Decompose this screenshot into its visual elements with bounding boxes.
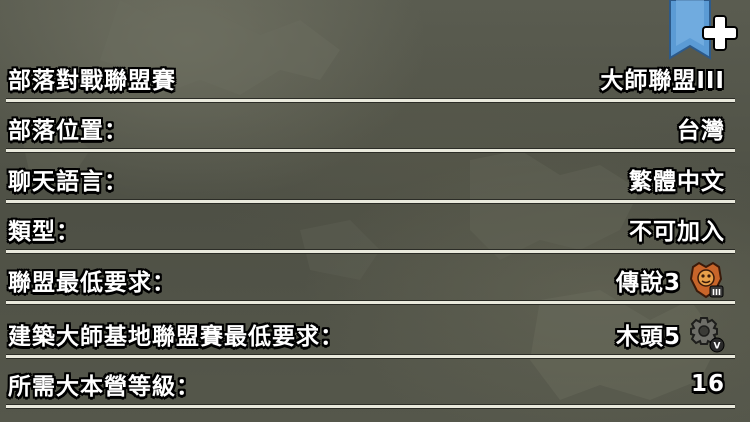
legend-league-shield-icon: III	[689, 261, 724, 299]
clan-location-value: 台灣	[677, 118, 725, 144]
clan-war-league-value: 大師聯盟III	[600, 68, 725, 94]
row-clan-location: 部落位置： 台灣	[0, 104, 735, 152]
clan-war-league-label: 部落對戰聯盟賽	[8, 68, 176, 94]
corner-expand-button[interactable]	[666, 0, 750, 62]
row-min-league: 聯盟最低要求： 傳說3 III	[0, 256, 735, 304]
builder-base-min-league-value-group: 木頭5 V	[616, 315, 725, 353]
chat-language-label: 聊天語言：	[8, 169, 128, 195]
min-league-label: 聯盟最低要求：	[8, 270, 176, 296]
min-league-value: 傳說3	[615, 270, 681, 296]
row-clan-type: 類型： 不可加入	[0, 205, 735, 253]
row-clan-war-league: 部落對戰聯盟賽 大師聯盟III	[0, 54, 735, 102]
row-chat-language: 聊天語言： 繁體中文	[0, 155, 735, 203]
clan-type-value: 不可加入	[629, 219, 725, 245]
required-town-hall-label: 所需大本營等級：	[8, 374, 200, 400]
clan-location-label: 部落位置：	[8, 118, 128, 144]
row-required-town-hall: 所需大本營等級： 16	[0, 360, 735, 408]
legend-badge-level: III	[712, 288, 721, 297]
builder-base-min-league-label: 建築大師基地聯盟賽最低要求：	[8, 324, 344, 350]
min-league-value-group: 傳說3 III	[616, 261, 725, 299]
chat-language-value: 繁體中文	[629, 169, 725, 195]
row-builder-base-min-league: 建築大師基地聯盟賽最低要求： 木頭5 V	[0, 310, 735, 358]
required-town-hall-value: 16	[690, 371, 725, 397]
builder-base-min-league-value: 木頭5	[615, 324, 681, 350]
wood-badge-level: V	[714, 342, 721, 352]
wood-league-gear-icon: V	[690, 317, 725, 353]
clan-info-panel: 部落對戰聯盟賽 大師聯盟III 部落位置： 台灣 聊天語言： 繁體中文 類型： …	[0, 0, 750, 422]
clan-type-label: 類型：	[8, 219, 80, 245]
